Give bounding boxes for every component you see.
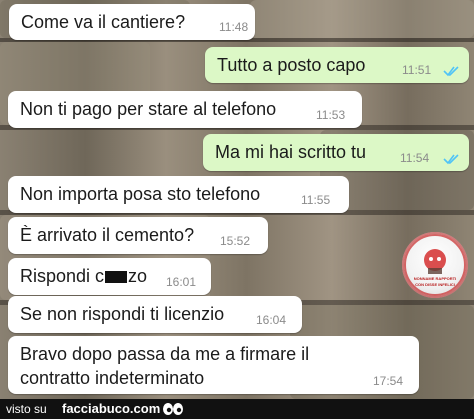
facciabuco-eyes-icon bbox=[163, 403, 183, 415]
message-text: Ma mi hai scritto tu bbox=[215, 142, 367, 162]
watermark-logo-icon bbox=[404, 234, 466, 296]
message-bubble-incoming[interactable]: Se non rispondi ti licenzio 16:04 bbox=[8, 296, 302, 333]
message-text-part: zo bbox=[128, 266, 148, 286]
message-text: Non ti pago per stare al telefono bbox=[20, 99, 277, 119]
message-time: 11:51 bbox=[402, 63, 432, 77]
message-text: Tutto a posto capo bbox=[217, 55, 366, 75]
message-text: Come va il cantiere? bbox=[21, 12, 186, 32]
message-bubble-outgoing[interactable]: Ma mi hai scritto tu 11:54 bbox=[203, 134, 469, 171]
message-bubble-incoming[interactable]: Non importa posa sto telefono 11:55 bbox=[8, 176, 349, 213]
message-text-line: Bravo dopo passa da me a firmare il bbox=[20, 344, 310, 364]
message-time: 11:54 bbox=[400, 151, 430, 165]
message-bubble-incoming[interactable]: Bravo dopo passa da me a firmare il cont… bbox=[8, 336, 419, 394]
message-text: È arrivato il cemento? bbox=[20, 225, 195, 245]
message-bubble-outgoing[interactable]: Tutto a posto capo 11:51 bbox=[205, 47, 469, 83]
message-text: Non importa posa sto telefono bbox=[20, 184, 261, 204]
message-text: Se non rispondi ti licenzio bbox=[20, 304, 225, 324]
watermark-top-text: NONNAME RAPPORTI bbox=[413, 276, 457, 281]
message-time: 15:52 bbox=[220, 234, 251, 248]
read-double-check-icon bbox=[443, 154, 459, 165]
message-time: 11:48 bbox=[219, 20, 249, 34]
message-bubble-incoming[interactable]: Come va il cantiere? 11:48 bbox=[9, 4, 255, 40]
message-text-line: contratto indeterminato bbox=[20, 368, 205, 388]
message-time: 16:01 bbox=[166, 275, 197, 289]
message-time: 11:55 bbox=[301, 193, 331, 207]
read-double-check-icon bbox=[443, 66, 459, 77]
watermark-bottom-text: CON DISSE INFELICI bbox=[415, 282, 455, 287]
message-bubble-incoming[interactable]: È arrivato il cemento? 15:52 bbox=[8, 217, 268, 254]
wall-stone bbox=[250, 0, 474, 38]
message-bubble-incoming[interactable]: Rispondi c zo 16:01 bbox=[8, 258, 211, 295]
footer-bar: visto su facciabuco.com bbox=[0, 399, 474, 419]
footer-prefix: visto su bbox=[6, 402, 47, 416]
message-text: Rispondi c zo bbox=[20, 265, 147, 288]
message-bubble-incoming[interactable]: Non ti pago per stare al telefono 11:53 bbox=[8, 91, 362, 128]
footer-site-link[interactable]: facciabuco.com bbox=[62, 399, 160, 419]
watermark-badge: NONNAME RAPPORTI CON DISSE INFELICI bbox=[402, 232, 468, 298]
message-text-part: Rispondi c bbox=[20, 266, 105, 286]
censor-bar bbox=[105, 271, 128, 284]
message-time: 11:53 bbox=[316, 108, 346, 122]
message-time: 17:54 bbox=[373, 374, 404, 388]
message-time: 16:04 bbox=[256, 313, 287, 327]
